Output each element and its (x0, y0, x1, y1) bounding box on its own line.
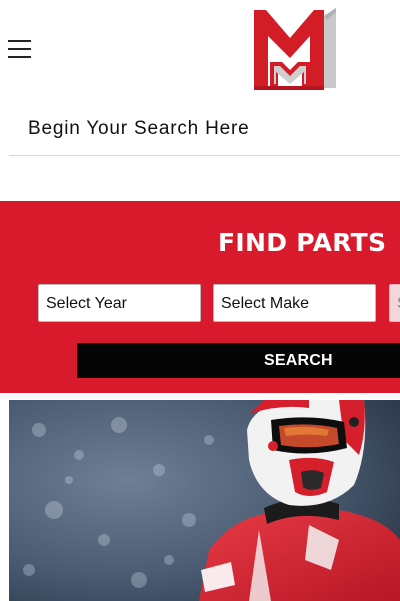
hamburger-menu-icon[interactable] (8, 39, 32, 59)
hero-banner (9, 400, 400, 601)
menu-bar-middle (8, 48, 31, 50)
search-button[interactable]: SEARCH (77, 343, 400, 378)
search-prompt-text: Begin Your Search Here (28, 118, 250, 139)
select-make-label: Select Make (221, 295, 310, 312)
menu-bar-bottom (8, 56, 31, 58)
menu-bar-top (8, 40, 31, 42)
search-button-label: SEARCH (264, 352, 333, 369)
select-model-dropdown[interactable]: S (389, 284, 400, 322)
select-make-dropdown[interactable]: Select Make (213, 284, 376, 322)
m1-logo-icon[interactable] (252, 8, 340, 92)
search-prompt-field[interactable]: Begin Your Search Here (9, 100, 400, 156)
find-parts-section: FIND PARTS Select Year Select Make S SEA… (0, 201, 400, 393)
motocross-rider-image (9, 400, 400, 601)
find-parts-title: FIND PARTS (218, 228, 387, 257)
select-year-label: Select Year (46, 295, 127, 312)
site-header (0, 0, 400, 100)
select-year-dropdown[interactable]: Select Year (38, 284, 201, 322)
